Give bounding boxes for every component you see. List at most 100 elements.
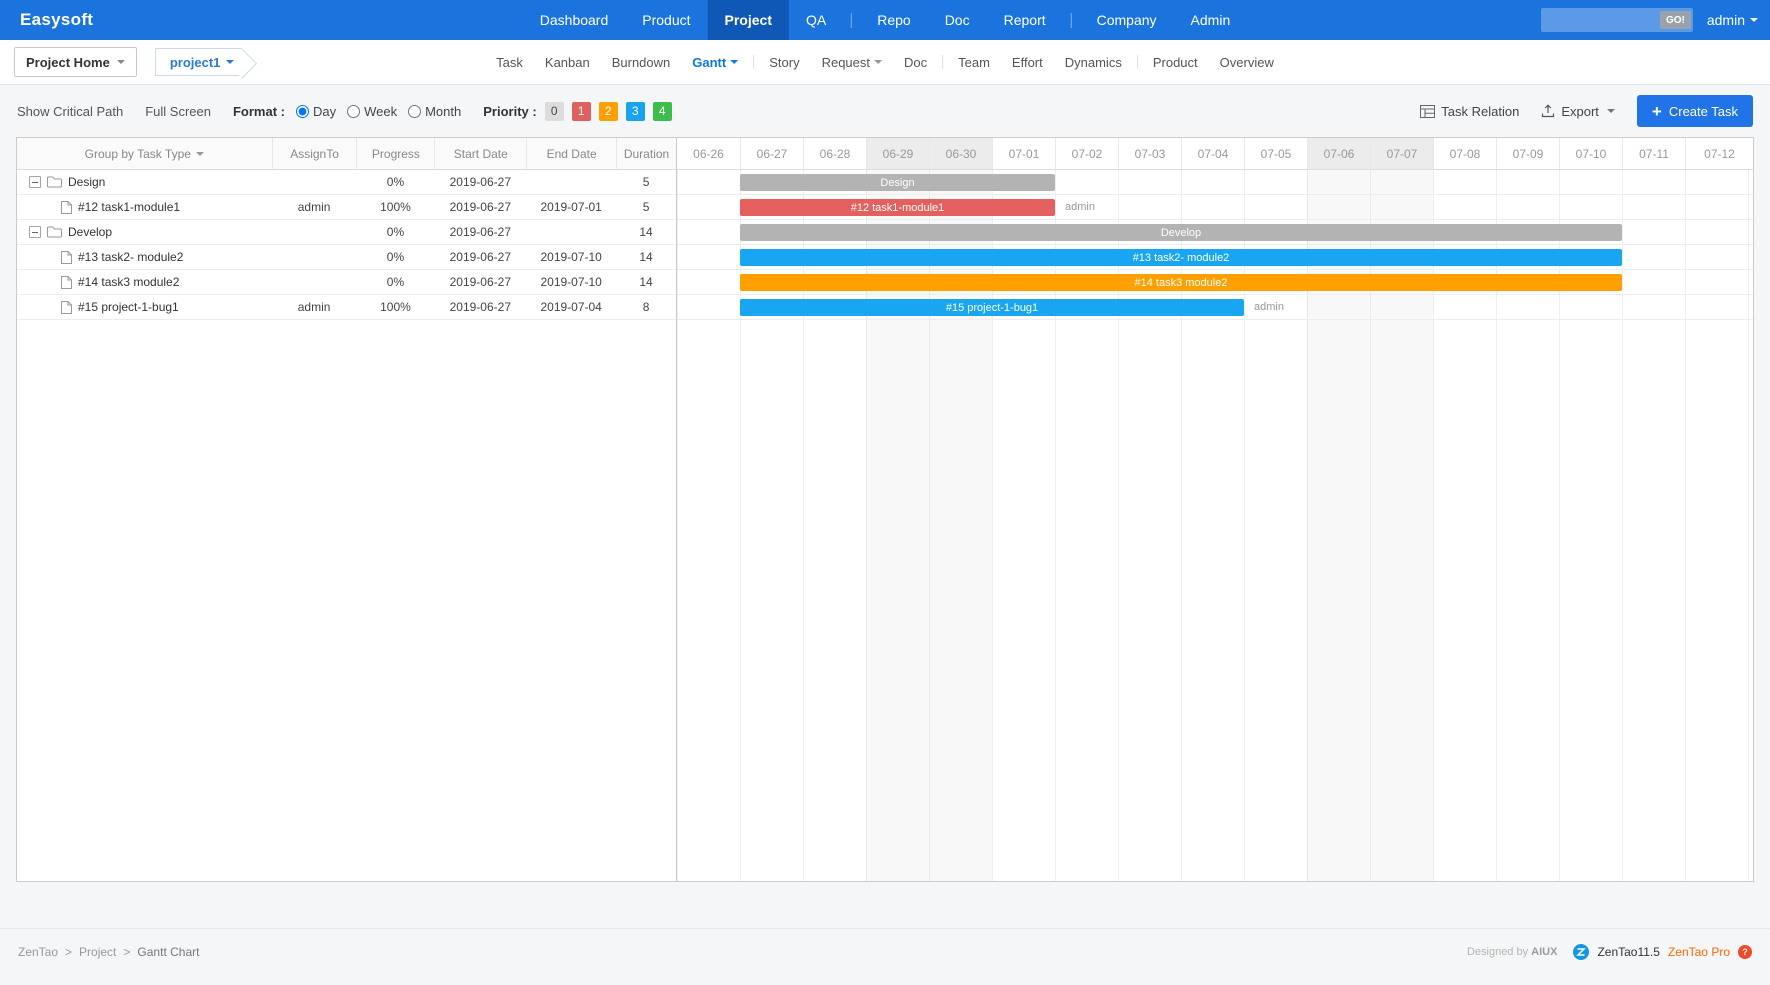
- create-task-button[interactable]: + Create Task: [1637, 95, 1753, 127]
- task-relation-button[interactable]: Task Relation: [1420, 104, 1519, 119]
- progress-cell: 100%: [357, 295, 435, 319]
- table-row-task15[interactable]: #15 project-1-bug1 admin 100% 2019-06-27…: [17, 295, 676, 320]
- footer-link-project[interactable]: Project: [79, 945, 116, 959]
- format-day-radio[interactable]: [296, 105, 309, 118]
- tab-task[interactable]: Task: [485, 40, 534, 84]
- gantt-bar-design[interactable]: Design: [740, 174, 1055, 191]
- priority-4-badge[interactable]: 4: [653, 102, 672, 121]
- gantt-bar-label: #14 task3 module2: [1135, 277, 1228, 289]
- breadcrumb-separator: >: [65, 945, 72, 959]
- folder-icon: [47, 176, 62, 188]
- project-home-button[interactable]: Project Home: [14, 47, 137, 77]
- priority-3-badge[interactable]: 3: [626, 102, 645, 121]
- format-label: Format :: [233, 104, 285, 119]
- collapse-icon[interactable]: [29, 226, 41, 238]
- tab-story[interactable]: Story: [758, 40, 810, 84]
- tab-divider: [1137, 55, 1138, 69]
- format-month-radio[interactable]: [408, 105, 421, 118]
- assignto-cell: [272, 245, 357, 269]
- format-month-option[interactable]: Month: [408, 104, 461, 119]
- column-duration: Duration: [616, 138, 676, 169]
- format-week-radio[interactable]: [347, 105, 360, 118]
- gantt-bar-task14[interactable]: #14 task3 module2: [740, 274, 1622, 291]
- collapse-icon[interactable]: [29, 176, 41, 188]
- nav-dashboard[interactable]: Dashboard: [523, 0, 626, 40]
- assignto-cell: admin: [272, 295, 357, 319]
- tab-doc[interactable]: Doc: [893, 40, 938, 84]
- priority-1-badge[interactable]: 1: [572, 102, 591, 121]
- brand-logo[interactable]: Easysoft: [0, 10, 113, 30]
- table-row-task13[interactable]: #13 task2- module2 0% 2019-06-27 2019-07…: [17, 245, 676, 270]
- top-navbar: Easysoft Dashboard Product Project QA Re…: [0, 0, 1770, 40]
- task-name-cell: #14 task3 module2: [17, 270, 272, 294]
- footer-right: Designed by AIUX ZenTao11.5 ZenTao Pro ?: [1467, 944, 1752, 960]
- gantt-grid: Design #12 task1-module1 admin Develop #…: [677, 170, 1753, 881]
- tab-team[interactable]: Team: [947, 40, 1001, 84]
- timeline-date: 06-29: [866, 138, 929, 169]
- task-name-cell: #13 task2- module2: [17, 245, 272, 269]
- nav-project[interactable]: Project: [708, 0, 789, 40]
- nav-doc[interactable]: Doc: [928, 0, 987, 40]
- progress-cell: 0%: [357, 270, 435, 294]
- tab-kanban[interactable]: Kanban: [534, 40, 601, 84]
- end-date-cell: 2019-07-10: [526, 270, 616, 294]
- gantt-bar-task15[interactable]: #15 project-1-bug1: [740, 299, 1244, 316]
- start-date-cell: 2019-06-27: [434, 295, 526, 319]
- duration-cell: 14: [616, 270, 676, 294]
- project-switcher[interactable]: project1: [155, 48, 243, 76]
- tab-product[interactable]: Product: [1142, 40, 1209, 84]
- show-critical-path-link[interactable]: Show Critical Path: [17, 104, 123, 119]
- gantt-bar-develop[interactable]: Develop: [740, 224, 1622, 241]
- priority-0-badge[interactable]: 0: [545, 102, 564, 121]
- nav-report[interactable]: Report: [987, 0, 1063, 40]
- tab-burndown[interactable]: Burndown: [601, 40, 682, 84]
- timeline-date: 06-26: [677, 138, 740, 169]
- export-button[interactable]: Export: [1541, 104, 1615, 119]
- tab-gantt[interactable]: Gantt: [681, 40, 749, 84]
- format-day-label: Day: [313, 104, 336, 119]
- tab-dynamics[interactable]: Dynamics: [1054, 40, 1133, 84]
- task-name: Develop: [68, 225, 112, 239]
- assignto-cell: [272, 220, 357, 244]
- table-row-task14[interactable]: #14 task3 module2 0% 2019-06-27 2019-07-…: [17, 270, 676, 295]
- task-name-cell: Design: [17, 170, 272, 194]
- table-row-design[interactable]: Design 0% 2019-06-27 5: [17, 170, 676, 195]
- start-date-cell: 2019-06-27: [434, 170, 526, 194]
- nav-divider: [851, 13, 852, 28]
- gantt-bar-assignee: admin: [1065, 195, 1095, 220]
- task-name-cell: #15 project-1-bug1: [17, 295, 272, 319]
- table-row-task12[interactable]: #12 task1-module1 admin 100% 2019-06-27 …: [17, 195, 676, 220]
- priority-2-badge[interactable]: 2: [599, 102, 618, 121]
- tab-overview[interactable]: Overview: [1209, 40, 1285, 84]
- format-month-label: Month: [425, 104, 461, 119]
- nav-company[interactable]: Company: [1080, 0, 1174, 40]
- footer-link-zentao[interactable]: ZenTao: [18, 945, 58, 959]
- duration-cell: 8: [616, 295, 676, 319]
- column-group-by[interactable]: Group by Task Type: [17, 138, 272, 169]
- export-icon: [1541, 104, 1555, 118]
- format-day-option[interactable]: Day: [296, 104, 336, 119]
- gantt-bar-task12[interactable]: #12 task1-module1: [740, 199, 1055, 216]
- gantt-bar-task13[interactable]: #13 task2- module2: [740, 249, 1622, 266]
- tab-effort[interactable]: Effort: [1001, 40, 1054, 84]
- end-date-cell: 2019-07-04: [526, 295, 616, 319]
- timeline-date: 07-12: [1685, 138, 1753, 169]
- user-name: admin: [1707, 12, 1745, 28]
- gantt-timeline: 06-26 06-27 06-28 06-29 06-30 07-01 07-0…: [677, 138, 1753, 881]
- user-menu[interactable]: admin: [1707, 12, 1758, 28]
- zentao-pro-link[interactable]: ZenTao Pro: [1668, 945, 1730, 959]
- main-menu: Dashboard Product Project QA Repo Doc Re…: [523, 0, 1247, 40]
- zentao-logo-icon[interactable]: [1573, 944, 1589, 960]
- search-go-button[interactable]: GO!: [1660, 11, 1691, 29]
- end-date-cell: [526, 170, 616, 194]
- table-row-develop[interactable]: Develop 0% 2019-06-27 14: [17, 220, 676, 245]
- help-icon[interactable]: ?: [1738, 945, 1752, 959]
- gantt-bar-label: Design: [880, 177, 914, 189]
- nav-repo[interactable]: Repo: [860, 0, 927, 40]
- nav-product[interactable]: Product: [625, 0, 707, 40]
- format-week-option[interactable]: Week: [347, 104, 397, 119]
- full-screen-link[interactable]: Full Screen: [145, 104, 211, 119]
- nav-admin[interactable]: Admin: [1174, 0, 1248, 40]
- nav-qa[interactable]: QA: [789, 0, 843, 40]
- tab-request[interactable]: Request: [811, 40, 893, 84]
